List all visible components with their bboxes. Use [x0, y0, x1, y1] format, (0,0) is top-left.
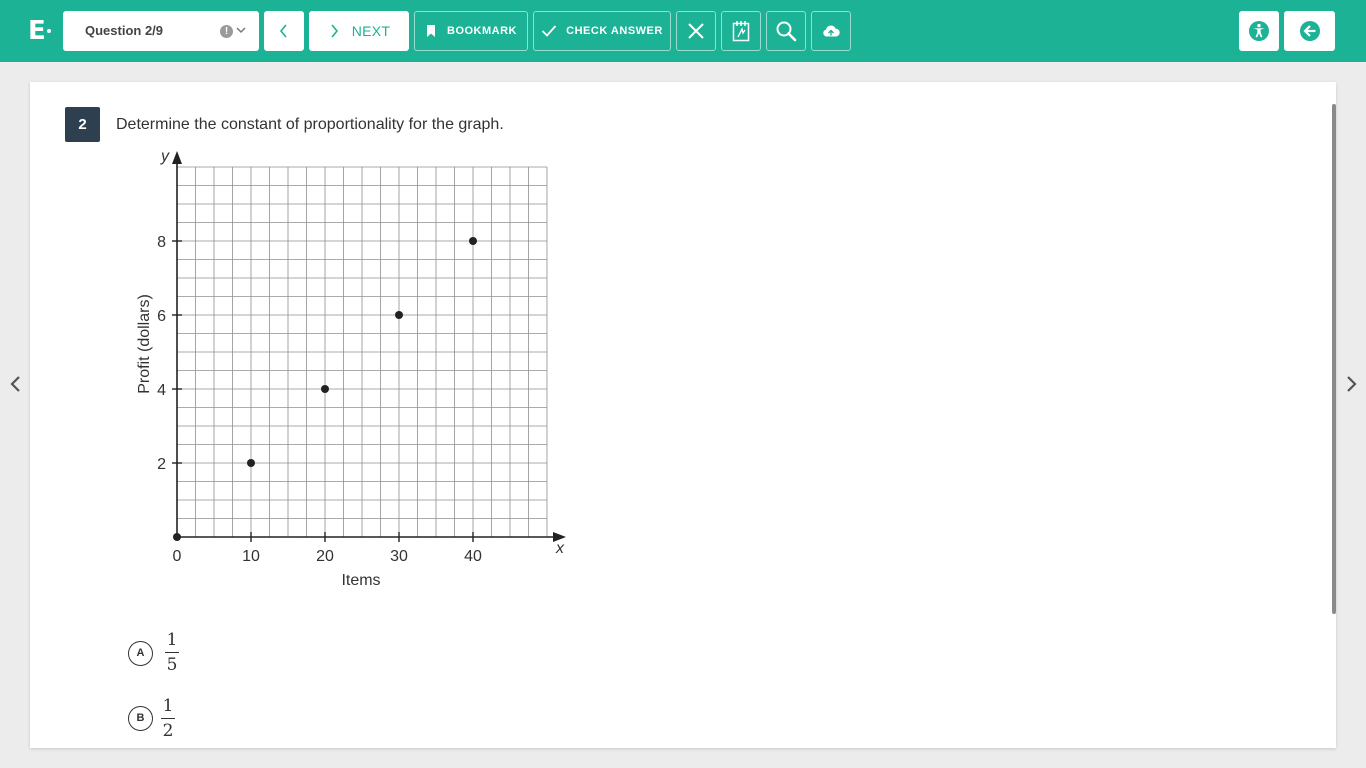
- y-tick-label: 8: [157, 234, 166, 251]
- data-point: [395, 311, 403, 319]
- close-icon: [688, 23, 704, 39]
- question-selector[interactable]: Question 2/9 !: [63, 11, 259, 51]
- check-answer-label: CHECK ANSWER: [566, 25, 663, 37]
- bookmark-button[interactable]: BOOKMARK: [414, 11, 528, 51]
- previous-page-arrow-icon[interactable]: [8, 374, 24, 394]
- option-a-denominator: 5: [166, 655, 178, 675]
- answer-option-b[interactable]: B: [128, 706, 153, 731]
- cloud-upload-icon: [823, 25, 840, 37]
- y-tick-label: 6: [157, 308, 166, 325]
- chevron-left-icon: [279, 24, 287, 38]
- notepad-icon: [732, 21, 750, 42]
- app-logo[interactable]: E: [28, 14, 46, 48]
- answer-option-a[interactable]: A: [128, 641, 153, 666]
- proportionality-graph: 0 10 20 30 40 2 4 6 8 x y Items Profit (dollars): [136, 148, 566, 589]
- option-b-numerator: 1: [162, 696, 174, 716]
- option-a-numerator: 1: [166, 630, 178, 650]
- y-axis-name: y: [160, 148, 170, 165]
- x-tick-label: 0: [173, 548, 182, 565]
- scrollbar[interactable]: [1332, 104, 1336, 614]
- previous-question-button[interactable]: [264, 11, 304, 51]
- x-tick-label: 20: [316, 548, 334, 565]
- x-axis-name: x: [555, 540, 565, 557]
- check-answer-button[interactable]: CHECK ANSWER: [533, 11, 671, 51]
- answer-eliminator-button[interactable]: [676, 11, 716, 51]
- zoom-button[interactable]: [766, 11, 806, 51]
- data-point: [321, 385, 329, 393]
- x-axis-label: Items: [341, 572, 380, 589]
- x-tick-label: 10: [242, 548, 260, 565]
- exit-arrow-icon: [1299, 21, 1320, 41]
- alert-icon: !: [220, 25, 233, 38]
- grid-lines: [176, 166, 548, 538]
- option-a-letter: A: [128, 641, 153, 666]
- option-a-fraction: 1 5: [162, 630, 182, 675]
- next-question-button[interactable]: NEXT: [309, 11, 409, 51]
- option-b-letter: B: [128, 706, 153, 731]
- magnifier-icon: [776, 21, 797, 42]
- option-b-fraction: 1 2: [158, 696, 178, 741]
- question-selector-label: Question 2/9: [85, 23, 164, 38]
- y-axis-arrow: [172, 151, 182, 164]
- accessibility-icon: [1249, 21, 1269, 41]
- accessibility-button[interactable]: [1239, 11, 1279, 51]
- next-label: NEXT: [351, 23, 391, 39]
- data-point: [469, 237, 477, 245]
- exit-button[interactable]: [1284, 11, 1335, 51]
- check-icon: [542, 25, 557, 37]
- y-axis-label: Profit (dollars): [136, 294, 153, 394]
- y-tick-label: 4: [157, 382, 166, 399]
- question-number-badge: 2: [65, 107, 100, 142]
- x-tick-label: 40: [464, 548, 482, 565]
- bookmark-label: BOOKMARK: [447, 25, 517, 37]
- bookmark-icon: [427, 25, 435, 37]
- y-tick-label: 2: [157, 456, 166, 473]
- notepad-button[interactable]: [721, 11, 761, 51]
- chevron-right-icon: [331, 24, 338, 38]
- data-point: [173, 533, 181, 541]
- question-text: Determine the constant of proportionalit…: [116, 116, 504, 133]
- data-point: [247, 459, 255, 467]
- next-page-arrow-icon[interactable]: [1343, 374, 1359, 394]
- top-toolbar: E Question 2/9 ! NEXT BOOKMARK CHECK ANS…: [0, 0, 1366, 62]
- save-button[interactable]: [811, 11, 851, 51]
- logo-menu-dot-icon: [47, 29, 51, 33]
- x-tick-label: 30: [390, 548, 408, 565]
- chevron-down-icon: [236, 27, 246, 34]
- option-b-denominator: 2: [162, 721, 174, 741]
